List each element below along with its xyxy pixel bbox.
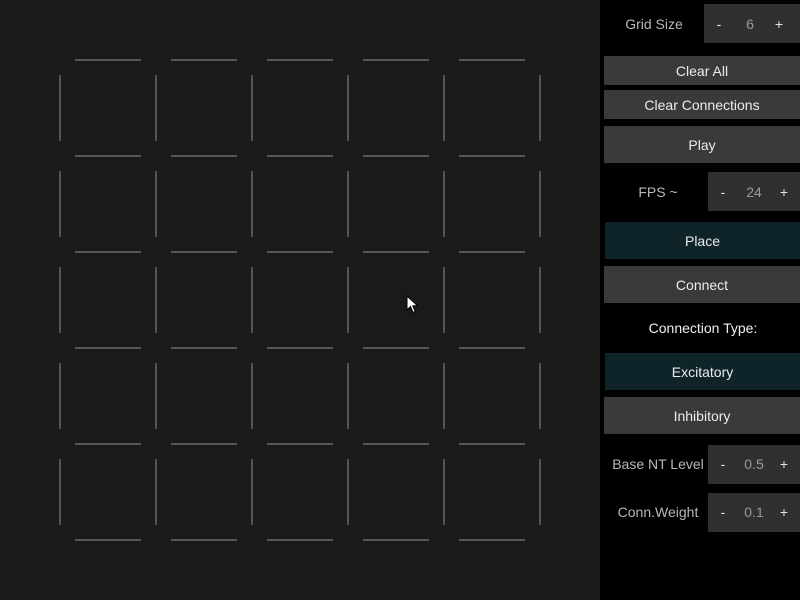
base-nt-level-value: 0.5	[744, 456, 764, 472]
base-nt-level-label: Base NT Level	[612, 456, 704, 472]
fps-decrement-button[interactable]: -	[710, 184, 736, 200]
grid-size-decrement-button[interactable]: -	[706, 16, 732, 32]
app-window: Grid Size - 6 + Clear All Clear Connecti…	[0, 0, 800, 600]
grid-size-label: Grid Size	[625, 16, 683, 32]
clear-all-button[interactable]: Clear All	[604, 56, 800, 85]
base-nt-level-decrement-button[interactable]: -	[710, 456, 736, 472]
mouse-pointer-icon	[406, 295, 419, 314]
grid-size-value: 6	[746, 16, 754, 32]
inhibitory-button[interactable]: Inhibitory	[604, 397, 800, 434]
control-panel: Grid Size - 6 + Clear All Clear Connecti…	[600, 0, 800, 600]
place-mode-button[interactable]: Place	[605, 222, 800, 259]
fps-value: 24	[746, 184, 762, 200]
grid-size-increment-button[interactable]: +	[766, 16, 792, 32]
clear-connections-button[interactable]: Clear Connections	[604, 90, 800, 119]
connect-mode-button[interactable]: Connect	[604, 266, 800, 303]
conn-weight-label: Conn.Weight	[617, 504, 699, 520]
conn-weight-decrement-button[interactable]: -	[710, 504, 736, 520]
play-button[interactable]: Play	[604, 126, 800, 163]
base-nt-level-increment-button[interactable]: +	[771, 456, 797, 472]
connection-type-heading: Connection Type:	[648, 320, 758, 336]
neuron-grid-canvas[interactable]	[0, 0, 600, 600]
conn-weight-value: 0.1	[744, 504, 764, 520]
grid-lines	[59, 59, 541, 541]
conn-weight-increment-button[interactable]: +	[771, 504, 797, 520]
excitatory-button[interactable]: Excitatory	[605, 353, 800, 390]
fps-increment-button[interactable]: +	[771, 184, 797, 200]
fps-label: FPS ~	[638, 184, 678, 200]
